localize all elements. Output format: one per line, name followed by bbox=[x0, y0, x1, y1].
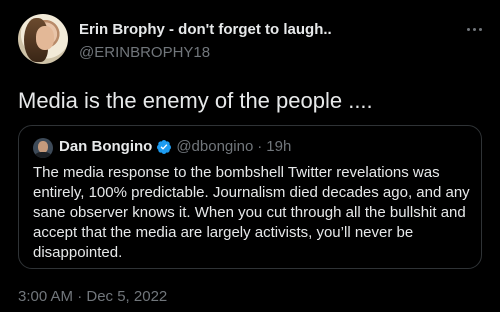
quoted-tweet-text: The media response to the bombshell Twit… bbox=[33, 163, 473, 263]
quoted-author-handle[interactable]: @dbongino bbox=[176, 138, 253, 155]
more-horizontal-icon[interactable] bbox=[464, 24, 484, 34]
tweet-timestamp[interactable]: 3:00 AM · Dec 5, 2022 bbox=[18, 288, 167, 305]
quoted-tweet-line: sane observer knows it. When you cut thr… bbox=[33, 204, 466, 221]
quoted-author-avatar[interactable] bbox=[33, 138, 53, 158]
quoted-avatar-body bbox=[35, 152, 51, 158]
author-display-name[interactable]: Erin Brophy - don't forget to laugh.. bbox=[79, 21, 332, 38]
verified-badge-icon bbox=[157, 139, 172, 154]
quoted-tweet[interactable]: Dan Bongino @dbongino · 19h The media re… bbox=[18, 125, 482, 269]
more-dot bbox=[466, 27, 470, 31]
quoted-tweet-line: disappointed. bbox=[33, 244, 123, 261]
author-handle[interactable]: @ERINBROPHY18 bbox=[79, 44, 210, 61]
quoted-tweet-line: accept that the media are largely activi… bbox=[33, 224, 414, 241]
avatar-face bbox=[36, 26, 54, 50]
tweet: Erin Brophy - don't forget to laugh.. @E… bbox=[0, 0, 500, 312]
quoted-author-display-name[interactable]: Dan Bongino bbox=[59, 138, 152, 155]
author-avatar[interactable] bbox=[18, 14, 68, 64]
quoted-tweet-line: The media response to the bombshell Twit… bbox=[33, 164, 440, 181]
quoted-tweet-line: entirely, 100% predictable. Journalism d… bbox=[33, 184, 470, 201]
quoted-tweet-header: Dan Bongino @dbongino · 19h bbox=[59, 138, 291, 155]
quoted-tweet-time[interactable]: 19h bbox=[266, 138, 291, 155]
more-dot bbox=[478, 27, 482, 31]
header-separator: · bbox=[257, 138, 263, 155]
tweet-text: Media is the enemy of the people .... bbox=[18, 88, 373, 113]
more-dot bbox=[472, 27, 476, 31]
